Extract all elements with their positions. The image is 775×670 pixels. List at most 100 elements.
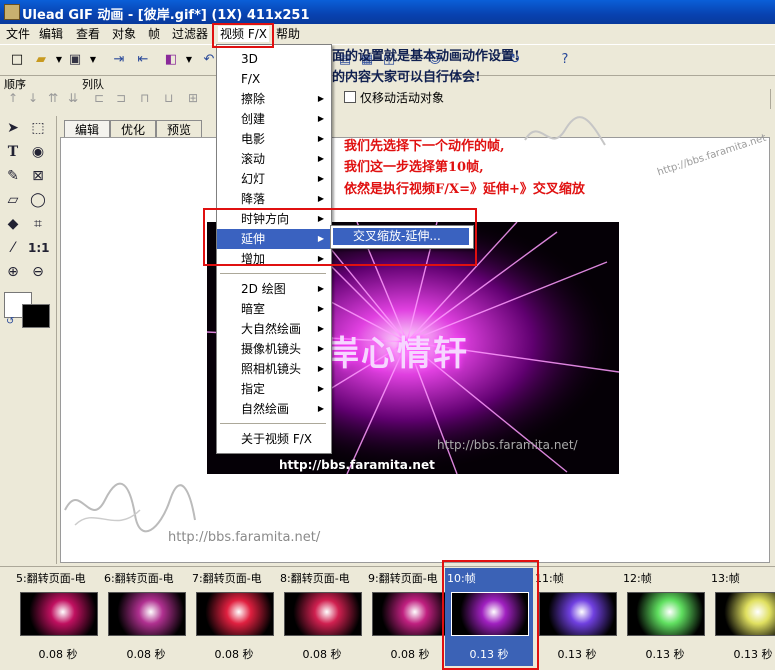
frame-thumbnail-6[interactable]: 11:帧 0.13 秒 xyxy=(533,568,621,666)
new-file-icon[interactable]: □ xyxy=(8,51,26,69)
frame-image xyxy=(20,592,98,636)
zoom-in-icon[interactable]: ⊕ xyxy=(3,262,23,282)
dropdown-item-7[interactable]: 降落 ▶ xyxy=(217,189,331,209)
dropdown-item-13[interactable]: 大自然绘画 ▶ xyxy=(217,319,331,339)
dropdown-item-15[interactable]: 照相机镜头 ▶ xyxy=(217,359,331,379)
save-dropdown-icon[interactable]: ▼ xyxy=(84,51,102,69)
zoom-out-icon[interactable]: ⊖ xyxy=(28,262,48,282)
menu-file[interactable]: 文件 xyxy=(4,26,32,42)
frame-thumbnail-4[interactable]: 9:翻转页面-电 0.08 秒 xyxy=(366,568,454,666)
submenu-arrow-icon: ▶ xyxy=(317,404,324,413)
frame-label: 5:翻转页面-电 xyxy=(16,572,86,585)
frame-image xyxy=(539,592,617,636)
dropdown-item-label: 降落 xyxy=(241,192,266,206)
distribute-icon[interactable]: ⊔ xyxy=(164,91,173,105)
dropdown-item-14[interactable]: 摄像机镜头 ▶ xyxy=(217,339,331,359)
color-tool-icon[interactable]: ◧ xyxy=(162,51,180,69)
preview-url-gray: http://bbs.faramita.net/ xyxy=(437,438,578,452)
align-top-icon[interactable]: ⊞ xyxy=(188,91,198,105)
eraser-tool-icon[interactable]: ▱ xyxy=(3,190,23,210)
frame-thumbnail-0[interactable]: 5:翻转页面-电 0.08 秒 xyxy=(14,568,102,666)
move-top-icon[interactable]: ⇈ xyxy=(48,91,58,105)
frame-thumbnail-3[interactable]: 8:翻转页面-电 0.08 秒 xyxy=(278,568,366,666)
dropdown-item-17[interactable]: 自然绘画 ▶ xyxy=(217,399,331,419)
frame-image xyxy=(284,592,362,636)
swap-colors-icon[interactable]: ↺ xyxy=(6,316,14,327)
frame-label: 6:翻转页面-电 xyxy=(104,572,174,585)
move-active-only-checkbox[interactable] xyxy=(344,91,356,103)
dropdown-item-label: 暗室 xyxy=(241,302,266,316)
dropdown-item-5[interactable]: 滚动 ▶ xyxy=(217,149,331,169)
menu-filter[interactable]: 过滤器 xyxy=(170,26,210,42)
frame-delay: 0.08 秒 xyxy=(302,648,342,661)
menu-frame[interactable]: 帧 xyxy=(146,26,162,42)
background-color-swatch[interactable] xyxy=(22,304,50,328)
brush-tool-icon[interactable]: ✎ xyxy=(3,166,23,186)
dropdown-item-label: 滚动 xyxy=(241,152,266,166)
dropdown-item-16[interactable]: 指定 ▶ xyxy=(217,379,331,399)
annotation-red-line3: 依然是执行视频F/X=》延伸+》交叉缩放 xyxy=(344,182,585,197)
transform-tool-icon[interactable]: ◉ xyxy=(28,142,48,162)
dropdown-item-3[interactable]: 创建 ▶ xyxy=(217,109,331,129)
frame-label: 13:帧 xyxy=(711,572,740,585)
frame-thumbnail-1[interactable]: 6:翻转页面-电 0.08 秒 xyxy=(102,568,190,666)
marquee-tool-icon[interactable]: ⬚ xyxy=(28,118,48,138)
preview-url-white: http://bbs.faramita.net xyxy=(279,458,435,472)
frame-thumbnail-8[interactable]: 13:帧 0.13 秒 xyxy=(709,568,775,666)
dropdown-item-label: 大自然绘画 xyxy=(241,322,302,336)
frame-thumbnail-2[interactable]: 7:翻转页面-电 0.08 秒 xyxy=(190,568,278,666)
align-left-icon[interactable]: ⊏ xyxy=(94,91,104,105)
submenu-arrow-icon: ▶ xyxy=(317,324,324,333)
title-bar: Ulead GIF 动画 - [彼岸.gif*] (1X) 411x251 xyxy=(0,0,775,24)
dropdown-item-18[interactable]: 关于视频 F/X xyxy=(217,429,331,449)
text-tool-icon[interactable]: T xyxy=(3,142,23,162)
submenu-arrow-icon: ▶ xyxy=(317,304,324,313)
frame-delay: 0.08 秒 xyxy=(126,648,166,661)
frame-delay: 0.13 秒 xyxy=(557,648,597,661)
frame-thumbnail-7[interactable]: 12:帧 0.13 秒 xyxy=(621,568,709,666)
dropdown-item-2[interactable]: 擦除 ▶ xyxy=(217,89,331,109)
crop-tool-icon[interactable]: ⌗ xyxy=(28,214,48,234)
dropdown-item-label: 指定 xyxy=(241,382,266,396)
frame-label: 7:翻转页面-电 xyxy=(192,572,262,585)
open-folder-icon[interactable]: ▰ xyxy=(32,51,50,69)
dropdown-item-6[interactable]: 幻灯 ▶ xyxy=(217,169,331,189)
align-right-icon[interactable]: ⊓ xyxy=(140,91,149,105)
menu-edit[interactable]: 编辑 xyxy=(37,26,65,42)
lasso-tool-icon[interactable]: ◯ xyxy=(28,190,48,210)
move-up-icon[interactable]: ↑ xyxy=(8,91,18,105)
dropdown-item-12[interactable]: 暗室 ▶ xyxy=(217,299,331,319)
frame-delay: 0.13 秒 xyxy=(733,648,773,661)
align-center-icon[interactable]: ⊐ xyxy=(116,91,126,105)
menu-object[interactable]: 对象 xyxy=(110,26,138,42)
export-icon[interactable]: ⇤ xyxy=(134,51,152,69)
highlight-menu-video-fx xyxy=(212,23,274,48)
dropdown-item-1[interactable]: F/X xyxy=(217,69,331,89)
dropdown-item-0[interactable]: 3D xyxy=(217,49,331,69)
move-bottom-icon[interactable]: ⇊ xyxy=(68,91,78,105)
submenu-arrow-icon: ▶ xyxy=(317,174,324,183)
import-icon[interactable]: ⇥ xyxy=(110,51,128,69)
dropdown-item-label: 电影 xyxy=(241,132,266,146)
save-icon[interactable]: ▣ xyxy=(66,51,84,69)
help-pointer-icon[interactable]: ? xyxy=(556,51,574,69)
clone-tool-icon[interactable]: ⊠ xyxy=(28,166,48,186)
frame-image xyxy=(108,592,186,636)
dropdown-item-label: 3D xyxy=(241,52,258,66)
color-dropdown-icon[interactable]: ▼ xyxy=(180,51,198,69)
fill-tool-icon[interactable]: ◆ xyxy=(3,214,23,234)
window-title: Ulead GIF 动画 - [彼岸.gif*] (1X) 411x251 xyxy=(22,8,310,23)
dropdown-item-label: 幻灯 xyxy=(241,172,266,186)
frame-image xyxy=(372,592,450,636)
app-icon xyxy=(4,4,20,20)
zoom-actual-button[interactable]: 1:1 xyxy=(28,238,50,258)
eyedropper-tool-icon[interactable]: ⁄ xyxy=(3,238,23,258)
pointer-tool-icon[interactable]: ➤ xyxy=(3,118,23,138)
dropdown-item-11[interactable]: 2D 绘图 ▶ xyxy=(217,279,331,299)
menu-view[interactable]: 查看 xyxy=(74,26,102,42)
move-down-icon[interactable]: ↓ xyxy=(28,91,38,105)
menu-help[interactable]: 帮助 xyxy=(274,26,302,42)
frame-delay: 0.08 秒 xyxy=(38,648,78,661)
dropdown-item-4[interactable]: 电影 ▶ xyxy=(217,129,331,149)
submenu-arrow-icon: ▶ xyxy=(317,384,324,393)
